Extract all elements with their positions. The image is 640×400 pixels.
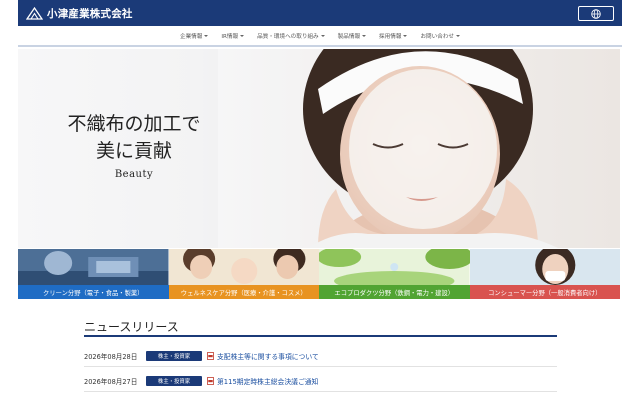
- nav-item-quality[interactable]: 品質・環境への取り組み: [257, 32, 325, 40]
- nav-item-company[interactable]: 企業情報: [179, 32, 209, 40]
- clean-room-image: [18, 249, 169, 285]
- hero-heading-line2: 美に貢献: [95, 140, 172, 162]
- news-link[interactable]: 支配株主等に関する事項について: [217, 351, 319, 361]
- nav-label: 企業情報: [179, 34, 203, 40]
- category-label: エコプロダクツ分野（鉄鋼・電力・建設）: [319, 285, 470, 299]
- hero-banner[interactable]: 不織布の加工で 美に貢献 Beauty: [18, 49, 620, 248]
- news-title-rule: [84, 335, 557, 337]
- site-header: 小津産業株式会社: [18, 0, 622, 26]
- chevron-down-icon: [240, 35, 245, 37]
- pdf-icon: [207, 351, 214, 360]
- mountain-logo-icon: [26, 6, 43, 20]
- leaves-image: [319, 249, 470, 285]
- company-logo[interactable]: 小津産業株式会社: [26, 5, 133, 21]
- global-nav: 企業情報 IR情報 品質・環境への取り組み 製品情報 採用情報 お問い合わせ: [18, 27, 622, 47]
- news-category-badge: 株主・投資家: [146, 375, 202, 386]
- chevron-down-icon: [320, 35, 325, 37]
- nav-label: お問い合わせ: [420, 34, 455, 40]
- nav-label: 採用情報: [379, 34, 402, 40]
- category-tile-eco[interactable]: エコプロダクツ分野（鉄鋼・電力・建設）: [319, 249, 470, 299]
- category-tiles: クリーン分野（電子・食品・製薬） ウェルネスケア分野（医療・介護・コスメ） エコ…: [18, 249, 620, 299]
- news-category-badge: 株主・投資家: [146, 350, 202, 361]
- category-tile-consumer[interactable]: コンシューマー分野（一般消費者向け）: [469, 249, 620, 299]
- company-name: 小津産業株式会社: [47, 7, 133, 20]
- chevron-down-icon: [403, 35, 408, 37]
- nav-item-contact[interactable]: お問い合わせ: [420, 32, 461, 40]
- nav-label: IR情報: [221, 34, 239, 40]
- category-label: クリーン分野（電子・食品・製薬）: [18, 285, 169, 299]
- news-item: 2026年08月27日 株主・投資家 第115期定時株主総会決議ご通知: [84, 370, 557, 392]
- language-button[interactable]: [578, 6, 614, 21]
- globe-icon: [591, 8, 601, 19]
- news-section-title: ニュースリリース: [84, 320, 179, 334]
- news-date: 2026年08月27日: [84, 377, 138, 386]
- chevron-down-icon: [204, 35, 209, 37]
- news-link[interactable]: 第115期定時株主総会決議ご通知: [217, 376, 318, 386]
- pdf-icon: [207, 376, 214, 385]
- nav-label: 製品情報: [337, 34, 361, 40]
- chevron-down-icon: [362, 35, 367, 37]
- nav-item-products[interactable]: 製品情報: [337, 32, 367, 40]
- nav-label: 品質・環境への取り組み: [257, 34, 319, 40]
- chevron-down-icon: [456, 35, 461, 37]
- nav-item-ir[interactable]: IR情報: [221, 32, 245, 40]
- hero-subtitle: Beauty: [114, 169, 154, 180]
- hero-heading-line1: 不織布の加工で: [67, 113, 201, 135]
- category-tile-wellness[interactable]: ウェルネスケア分野（医療・介護・コスメ）: [168, 249, 319, 299]
- nav-item-recruit[interactable]: 採用情報: [379, 32, 408, 40]
- news-date: 2026年08月28日: [84, 352, 138, 361]
- hero-title: 不織布の加工で 美に貢献 Beauty: [44, 112, 224, 180]
- category-label: コンシューマー分野（一般消費者向け）: [469, 285, 620, 299]
- category-label: ウェルネスケア分野（医療・介護・コスメ）: [168, 285, 319, 299]
- family-image: [168, 249, 319, 285]
- category-tile-clean[interactable]: クリーン分野（電子・食品・製薬）: [18, 249, 169, 299]
- masked-woman-image: [469, 249, 620, 285]
- news-item: 2026年08月28日 株主・投資家 支配株主等に関する事項について: [84, 345, 557, 367]
